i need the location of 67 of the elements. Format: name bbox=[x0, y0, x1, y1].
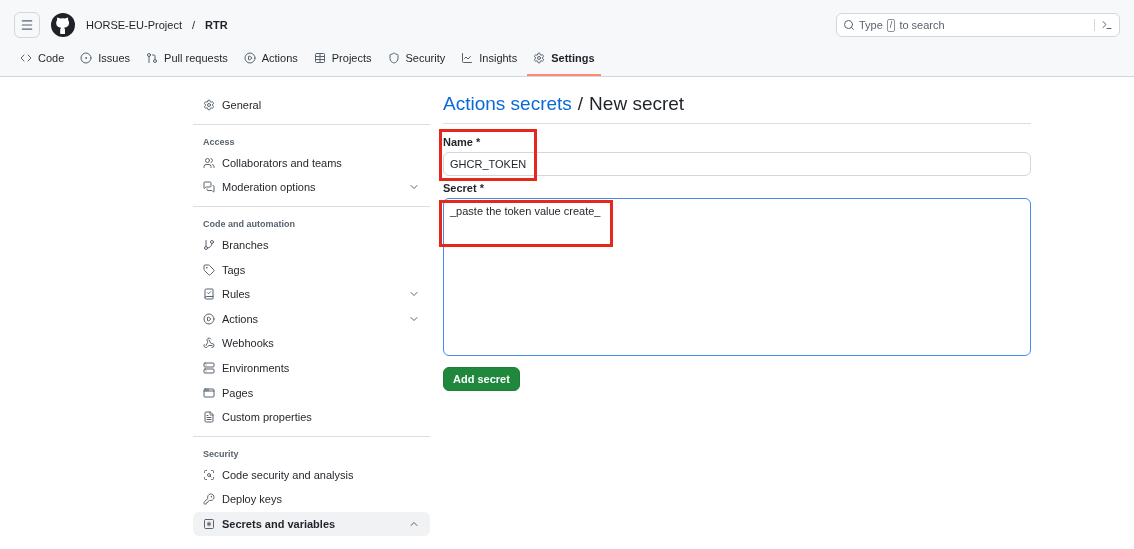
tab-icon bbox=[146, 52, 159, 64]
sidebar-item[interactable]: Environments bbox=[193, 355, 430, 381]
breadcrumb-separator: / bbox=[577, 93, 584, 115]
sidebar-item-icon bbox=[203, 312, 215, 325]
repository-link[interactable]: RTR bbox=[205, 19, 228, 31]
breadcrumb-separator: / bbox=[191, 19, 196, 31]
sidebar-item-icon bbox=[203, 239, 215, 252]
tab-icon bbox=[243, 52, 256, 64]
sidebar-heading: Security bbox=[202, 447, 240, 461]
search-icon bbox=[843, 19, 855, 31]
sidebar-item[interactable]: Webhooks bbox=[193, 331, 430, 356]
sidebar-item[interactable]: Branches bbox=[193, 232, 430, 258]
sidebar-item[interactable]: Custom properties bbox=[193, 404, 430, 430]
sidebar-item[interactable]: Tags bbox=[193, 257, 430, 282]
owner-link[interactable]: HORSE-EU-Project bbox=[86, 19, 182, 31]
sidebar-item[interactable]: Code security and analysis bbox=[193, 462, 430, 488]
sidebar-item[interactable]: Collaborators and teams bbox=[193, 150, 430, 176]
logo-icon[interactable] bbox=[50, 12, 76, 38]
tab-icon bbox=[533, 52, 546, 64]
sidebar-item-icon bbox=[203, 156, 215, 169]
sidebar-item-icon bbox=[203, 263, 215, 276]
tab-icon bbox=[313, 52, 326, 64]
menu-button[interactable] bbox=[14, 12, 40, 38]
repository-tab[interactable]: Security bbox=[381, 42, 452, 76]
name-input[interactable]: GHCR_TOKEN bbox=[443, 152, 1031, 176]
sidebar-item-icon bbox=[203, 468, 215, 481]
menu-icon bbox=[20, 18, 34, 32]
search-field[interactable]: Type / to search bbox=[836, 13, 1120, 37]
secret-input[interactable]: _paste the token value create_ bbox=[443, 198, 1031, 356]
page-title: New secret bbox=[589, 93, 685, 115]
keyboard-key: / bbox=[886, 18, 896, 32]
sidebar-heading: Code and automation bbox=[202, 217, 296, 231]
field-label: Name * bbox=[443, 136, 482, 148]
sidebar-item[interactable]: Pages bbox=[193, 380, 430, 405]
sidebar-item[interactable]: General bbox=[193, 93, 430, 118]
sidebar-item-icon bbox=[203, 362, 215, 375]
sidebar-item-icon bbox=[203, 337, 215, 350]
field-label: Secret * bbox=[443, 182, 485, 194]
repository-tab[interactable]: Pull requests bbox=[140, 42, 234, 76]
add-secret-button[interactable]: Add secret bbox=[443, 367, 520, 391]
sidebar-item-icon bbox=[203, 518, 215, 530]
sidebar-item[interactable]: Deploy keys bbox=[193, 487, 430, 512]
sidebar-item[interactable]: Rules bbox=[193, 281, 430, 307]
tab-icon bbox=[80, 52, 93, 64]
sidebar-item[interactable]: Moderation options bbox=[193, 175, 430, 200]
search-placeholder: to search bbox=[899, 19, 945, 31]
tab-icon bbox=[20, 52, 32, 64]
sidebar-item-icon bbox=[203, 99, 215, 112]
repository-tab[interactable]: Settings bbox=[527, 42, 601, 76]
tab-icon bbox=[461, 52, 474, 64]
tab-icon bbox=[387, 52, 400, 64]
repository-tab[interactable]: Projects bbox=[307, 42, 378, 76]
search-placeholder: Type bbox=[859, 19, 883, 31]
repository-tab[interactable]: Issues bbox=[74, 42, 137, 76]
sidebar-item-icon bbox=[203, 181, 215, 194]
repository-tab[interactable]: Insights bbox=[455, 42, 524, 76]
repository-tab[interactable]: Actions bbox=[237, 42, 304, 76]
sidebar-item[interactable]: Actions bbox=[193, 306, 430, 332]
sidebar-item-icon bbox=[203, 411, 215, 424]
sidebar-item-icon bbox=[203, 386, 215, 399]
sidebar-heading: Access bbox=[202, 135, 236, 149]
breadcrumb-link[interactable]: Actions secrets bbox=[443, 93, 572, 115]
repository-tab[interactable]: Code bbox=[14, 42, 71, 76]
sidebar-item-icon bbox=[203, 493, 215, 506]
sidebar-item-icon bbox=[203, 288, 215, 301]
terminal-icon bbox=[1094, 19, 1113, 31]
sidebar-item[interactable]: Secrets and variables bbox=[193, 511, 430, 537]
